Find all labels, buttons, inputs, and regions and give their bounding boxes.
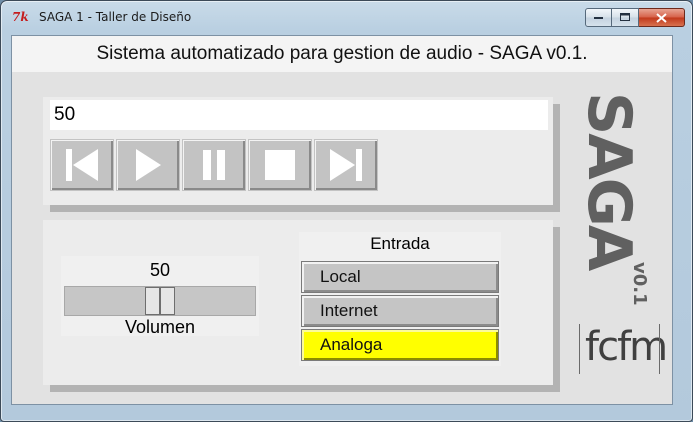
next-button[interactable] [314,139,378,191]
fcfm-logo: fcfm [585,324,668,370]
input-local-button[interactable]: Local [301,261,499,293]
minimize-button[interactable] [585,8,612,27]
window-title: SAGA 1 - Taller de Diseño [39,10,192,24]
fcfm-right-bar [659,324,660,374]
input-source-group: Entrada Local Internet Analoga [299,232,501,366]
stop-icon [265,150,295,180]
maximize-button[interactable] [612,8,639,27]
track-value-field[interactable]: 50 [50,100,548,130]
volume-label: Volumen [124,317,196,337]
skip-forward-icon [330,149,362,181]
volume-slider-thumb[interactable] [145,287,175,315]
maximize-icon [619,13,630,21]
pause-icon [203,150,225,180]
close-icon [656,12,667,23]
player-panel: 50 [43,97,553,205]
pause-button[interactable] [182,139,246,191]
saga-wordmark: SAGA [574,92,644,270]
thumb-ridge [159,288,161,314]
play-icon [136,149,161,181]
close-button[interactable] [639,8,685,27]
tk-feather-icon[interactable]: 7k [12,10,30,24]
saga-logo: SAGA v0.1 fcfm [574,92,668,374]
input-analoga-button[interactable]: Analoga [301,329,499,361]
window-controls [585,8,685,28]
input-source-title: Entrada [370,234,430,253]
app-header: Sistema automatizado para gestion de aud… [12,36,672,72]
content-area: 50 50 Volumen Entrada Local Internet Ana… [12,72,672,404]
fcfm-left-bar [579,324,580,374]
client-area: Sistema automatizado para gestion de aud… [11,35,673,405]
transport-controls [50,139,380,191]
title-bar[interactable]: 7k SAGA 1 - Taller de Diseño [1,1,692,34]
volume-value: 50 [149,260,171,280]
play-button[interactable] [116,139,180,191]
input-internet-button[interactable]: Internet [301,295,499,327]
stop-button[interactable] [248,139,312,191]
app-window: 7k SAGA 1 - Taller de Diseño Sistema aut… [0,0,693,422]
settings-panel: 50 Volumen Entrada Local Internet Analog… [43,220,553,385]
skip-back-icon [66,149,98,181]
saga-version-mark: v0.1 [629,262,650,306]
volume-control: 50 Volumen [61,256,259,337]
minimize-icon [593,16,603,19]
volume-slider[interactable] [64,286,256,316]
previous-button[interactable] [50,139,114,191]
